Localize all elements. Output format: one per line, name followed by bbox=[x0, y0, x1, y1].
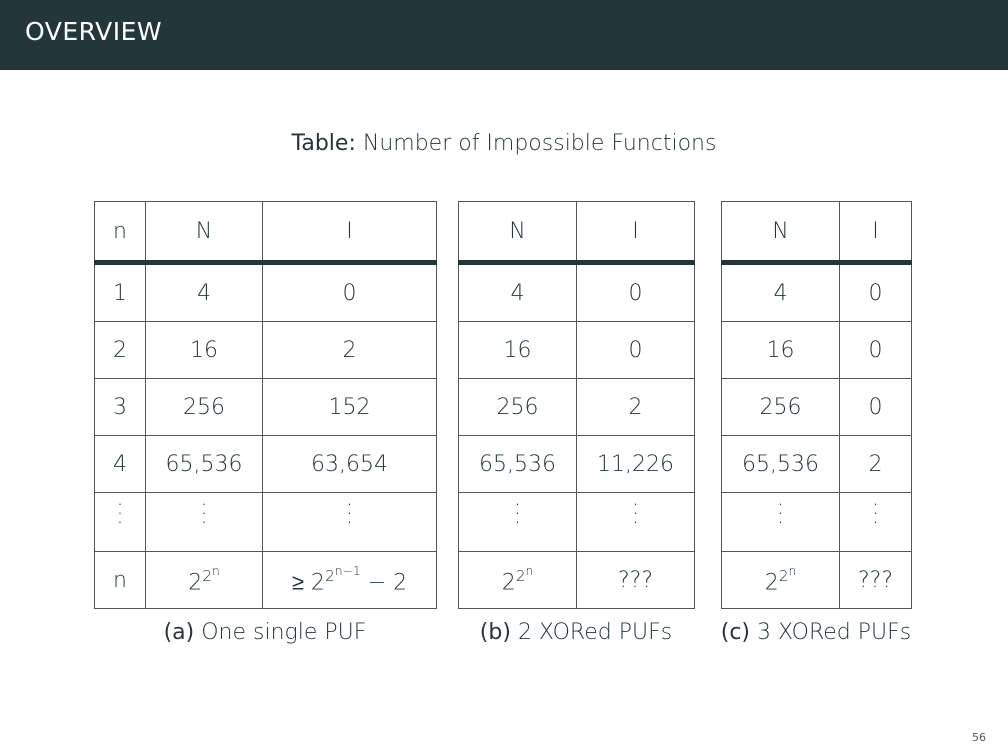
cell: 4 bbox=[458, 262, 577, 322]
cell: ??? bbox=[839, 551, 912, 609]
cell: 16 bbox=[145, 321, 263, 379]
table-single-puf: n N I 1 4 0 2 16 2 3 256 152 4 65,536 63… bbox=[94, 201, 437, 609]
vertical-ellipsis: · · · bbox=[721, 492, 840, 552]
cell: 16 bbox=[721, 321, 840, 379]
cell: 0 bbox=[839, 321, 912, 379]
table-row: 65,536 2 bbox=[721, 435, 912, 493]
table-row-general: n 22n ≥ 22n−1 − 2 bbox=[94, 551, 437, 609]
formula-cell: 22n bbox=[145, 551, 263, 609]
header-cell: I bbox=[262, 201, 437, 265]
vertical-ellipsis: · · · bbox=[839, 492, 912, 552]
table-row: 4 0 bbox=[458, 262, 695, 322]
cell: 256 bbox=[145, 378, 263, 436]
cell: 63,654 bbox=[262, 435, 437, 493]
cell: n bbox=[94, 551, 146, 609]
table-row-general: 22n ??? bbox=[458, 551, 695, 609]
table-header-row: N I bbox=[721, 201, 912, 265]
table-row: 65,536 11,226 bbox=[458, 435, 695, 493]
cell: 2 bbox=[576, 378, 695, 436]
table-row: 2 16 2 bbox=[94, 321, 437, 379]
slide-title: OVERVIEW bbox=[25, 17, 163, 46]
table-header-row: N I bbox=[458, 201, 695, 265]
cell: 65,536 bbox=[721, 435, 840, 493]
vertical-ellipsis: · · · bbox=[145, 492, 263, 552]
table-row: 4 0 bbox=[721, 262, 912, 322]
cell: 256 bbox=[458, 378, 577, 436]
cell: 2 bbox=[94, 321, 146, 379]
formula-cell: ≥ 22n−1 − 2 bbox=[262, 551, 437, 609]
table-caption-text: Number of Impossible Functions bbox=[362, 131, 717, 156]
table-row: 256 0 bbox=[721, 378, 912, 436]
table-row: 256 2 bbox=[458, 378, 695, 436]
cell: 11,226 bbox=[576, 435, 695, 493]
cell: 0 bbox=[576, 262, 695, 322]
ellipsis-row: · · · · · · bbox=[458, 492, 695, 552]
cell: ??? bbox=[576, 551, 695, 609]
vertical-ellipsis: · · · bbox=[262, 492, 437, 552]
header-cell: n bbox=[94, 201, 146, 265]
cell: 1 bbox=[94, 262, 146, 322]
vertical-ellipsis: · · · bbox=[458, 492, 577, 552]
cell: 3 bbox=[94, 378, 146, 436]
table-header-row: n N I bbox=[94, 201, 437, 265]
cell: 2 bbox=[839, 435, 912, 493]
formula-cell: 22n bbox=[721, 551, 840, 609]
cell: 0 bbox=[576, 321, 695, 379]
table-2-xored-pufs: N I 4 0 16 0 256 2 65,536 11,226 · · · · · ·… bbox=[458, 201, 695, 609]
header-cell: N bbox=[145, 201, 263, 265]
cell: 4 bbox=[94, 435, 146, 493]
cell: 65,536 bbox=[458, 435, 577, 493]
subcaption-b: (b) 2 XORed PUFs bbox=[479, 620, 673, 645]
header-cell: I bbox=[839, 201, 912, 265]
table-row: 1 4 0 bbox=[94, 262, 437, 322]
ellipsis-row: · · · · · · · · · bbox=[94, 492, 437, 552]
cell: 0 bbox=[839, 378, 912, 436]
formula-cell: 22n bbox=[458, 551, 577, 609]
table-row-general: 22n ??? bbox=[721, 551, 912, 609]
header-cell: N bbox=[721, 201, 840, 265]
cell: 0 bbox=[262, 262, 437, 322]
header-bar: OVERVIEW bbox=[0, 0, 1008, 70]
header-cell: N bbox=[458, 201, 577, 265]
ellipsis-row: · · · · · · bbox=[721, 492, 912, 552]
table-3-xored-pufs: N I 4 0 16 0 256 0 65,536 2 · · · · · · 22n … bbox=[721, 201, 912, 609]
vertical-ellipsis: · · · bbox=[94, 492, 146, 552]
cell: 16 bbox=[458, 321, 577, 379]
header-cell: I bbox=[576, 201, 695, 265]
subcaption-a: (a) One single PUF bbox=[163, 620, 367, 645]
table-row: 16 0 bbox=[458, 321, 695, 379]
cell: 152 bbox=[262, 378, 437, 436]
cell: 2 bbox=[262, 321, 437, 379]
cell: 256 bbox=[721, 378, 840, 436]
table-row: 4 65,536 63,654 bbox=[94, 435, 437, 493]
table-caption: Table: Number of Impossible Functions bbox=[0, 131, 1008, 156]
table-caption-label: Table: bbox=[291, 131, 356, 156]
cell: 4 bbox=[721, 262, 840, 322]
vertical-ellipsis: · · · bbox=[576, 492, 695, 552]
subcaption-c: (c) 3 XORed PUFs bbox=[720, 620, 912, 645]
cell: 0 bbox=[839, 262, 912, 322]
table-row: 3 256 152 bbox=[94, 378, 437, 436]
table-row: 16 0 bbox=[721, 321, 912, 379]
cell: 65,536 bbox=[145, 435, 263, 493]
page-number: 56 bbox=[972, 731, 986, 744]
cell: 4 bbox=[145, 262, 263, 322]
